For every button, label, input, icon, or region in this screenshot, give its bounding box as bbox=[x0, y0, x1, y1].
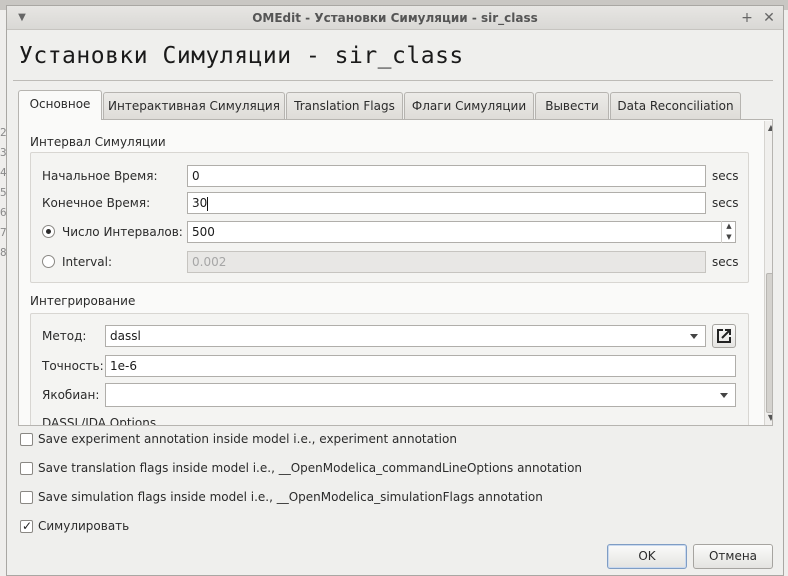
cancel-button[interactable]: Отмена bbox=[693, 544, 773, 569]
scroll-down-icon[interactable]: ▼ bbox=[766, 413, 772, 423]
check-icon: ✓ bbox=[22, 519, 33, 533]
window-title: OMEdit - Установки Симуляции - sir_class bbox=[252, 11, 538, 25]
interval-unit: secs bbox=[712, 255, 739, 269]
spin-down-icon[interactable]: ▼ bbox=[722, 232, 736, 243]
integration-title: Интегрирование bbox=[30, 294, 136, 308]
start-time-label: Начальное Время: bbox=[42, 169, 158, 183]
simulate-label: Симулировать bbox=[38, 519, 130, 533]
tab-translation-flags[interactable]: Translation Flags bbox=[286, 92, 403, 119]
heading-divider bbox=[13, 80, 773, 81]
save-translation-flags-label: Save translation flags inside model i.e.… bbox=[38, 461, 583, 475]
ok-button[interactable]: OK bbox=[607, 544, 687, 569]
title-bar[interactable]: OMEdit - Установки Симуляции - sir_class… bbox=[7, 6, 783, 30]
tab-interactive-simulation[interactable]: Интерактивная Симуляция bbox=[103, 92, 285, 119]
window-menu-icon[interactable]: ▼ bbox=[13, 9, 31, 27]
simulation-setup-dialog: OMEdit - Установки Симуляции - sir_class… bbox=[6, 5, 784, 576]
scroll-up-icon[interactable]: ▲ bbox=[766, 123, 772, 133]
panel-scrollbar[interactable]: ▲ ▼ bbox=[764, 121, 772, 425]
number-of-intervals-value: 500 bbox=[192, 225, 215, 239]
number-of-intervals-input[interactable]: 500 ▲ ▼ bbox=[187, 221, 736, 243]
save-simulation-flags-checkbox[interactable] bbox=[20, 491, 33, 504]
spin-up-icon[interactable]: ▲ bbox=[722, 221, 736, 232]
chevron-down-icon bbox=[690, 334, 698, 339]
tab-output[interactable]: Вывести bbox=[535, 92, 609, 119]
method-label: Метод: bbox=[42, 329, 87, 343]
tab-general[interactable]: Основное bbox=[18, 90, 102, 120]
stop-time-label: Конечное Время: bbox=[42, 196, 151, 210]
integration-group: Метод: dassl Точность: 1e-6 Якобиан: DAS… bbox=[30, 313, 749, 426]
start-time-input[interactable]: 0 bbox=[187, 165, 706, 187]
number-of-intervals-radio[interactable] bbox=[42, 225, 55, 238]
jacobian-label: Якобиан: bbox=[42, 388, 100, 402]
method-info-button[interactable] bbox=[712, 324, 736, 348]
number-of-intervals-spinner[interactable]: ▲ ▼ bbox=[721, 221, 735, 243]
simulate-checkbox[interactable]: ✓ bbox=[20, 519, 33, 533]
method-select[interactable]: dassl bbox=[105, 325, 706, 347]
chevron-down-icon bbox=[720, 393, 728, 398]
stop-time-unit: secs bbox=[712, 196, 739, 210]
maximize-icon[interactable]: + bbox=[738, 9, 756, 27]
external-link-icon bbox=[717, 328, 732, 343]
stop-time-value: 30 bbox=[192, 196, 208, 210]
stop-time-input[interactable]: 30 bbox=[187, 192, 706, 214]
text-cursor bbox=[207, 196, 209, 211]
tolerance-input[interactable]: 1e-6 bbox=[105, 355, 736, 377]
dassl-options-title: DASSL/IDA Options bbox=[42, 416, 157, 426]
interval-radio[interactable] bbox=[42, 255, 55, 268]
number-of-intervals-label: Число Интервалов: bbox=[62, 225, 183, 239]
tab-data-reconciliation[interactable]: Data Reconciliation bbox=[610, 92, 741, 119]
save-simulation-flags-label: Save simulation flags inside model i.e.,… bbox=[38, 490, 543, 504]
interval-input: 0.002 bbox=[187, 251, 706, 273]
scrollbar-thumb[interactable] bbox=[766, 273, 772, 413]
general-tab-panel: Интервал Симуляции Начальное Время: 0 se… bbox=[18, 119, 773, 426]
save-experiment-label: Save experiment annotation inside model … bbox=[38, 432, 457, 446]
close-icon[interactable]: ✕ bbox=[760, 9, 778, 27]
start-time-unit: secs bbox=[712, 169, 739, 183]
save-experiment-checkbox[interactable] bbox=[20, 433, 33, 446]
tab-simulation-flags[interactable]: Флаги Симуляции bbox=[404, 92, 534, 119]
method-value: dassl bbox=[110, 329, 141, 343]
tolerance-label: Точность: bbox=[42, 359, 104, 373]
simulation-interval-group: Начальное Время: 0 secs Конечное Время: … bbox=[30, 152, 749, 283]
interval-label: Interval: bbox=[62, 255, 112, 269]
simulation-interval-title: Интервал Симуляции bbox=[30, 135, 166, 149]
save-translation-flags-checkbox[interactable] bbox=[20, 462, 33, 475]
page-title: Установки Симуляции - sir_class bbox=[19, 43, 464, 69]
jacobian-select[interactable] bbox=[105, 383, 736, 407]
